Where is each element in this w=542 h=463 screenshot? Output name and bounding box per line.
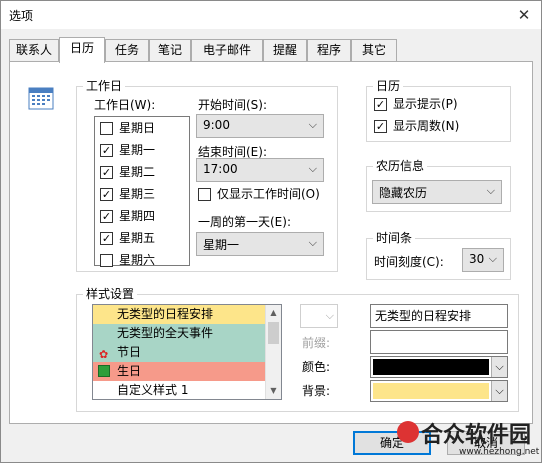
day-checkbox-monday[interactable]: ✓ xyxy=(100,144,113,157)
watermark-text: 合众软件园 xyxy=(421,423,532,448)
list-item[interactable]: ✿ 节日 xyxy=(93,343,266,362)
tab-notes[interactable]: 笔记 xyxy=(149,39,191,61)
time-scale-value: 30 xyxy=(469,252,485,266)
chevron-down-icon: ⌵ xyxy=(308,162,317,175)
background-label: 背景: xyxy=(302,384,331,398)
show-weeks-checkbox[interactable]: ✓ xyxy=(374,120,387,133)
timebar-group-label: 时间条 xyxy=(373,230,416,246)
prefix-field[interactable] xyxy=(370,330,508,354)
first-day-select[interactable]: 星期一 ⌵ xyxy=(196,232,324,256)
tab-email[interactable]: 电子邮件 xyxy=(191,39,263,61)
watermark-logo-icon xyxy=(397,421,419,443)
start-time-label: 开始时间(S): xyxy=(198,98,268,112)
scroll-down-icon[interactable]: ▼ xyxy=(266,383,281,399)
style-icon-select[interactable]: ⌵ xyxy=(300,304,338,328)
color-label: 颜色: xyxy=(302,360,331,374)
time-scale-label: 时间刻度(C): xyxy=(374,255,444,269)
prefix-label: 前缀: xyxy=(302,336,331,350)
start-time-select[interactable]: 9:00 ⌵ xyxy=(196,114,324,138)
day-label-wednesday: 星期三 xyxy=(119,187,156,201)
title-bar: 选项 ✕ xyxy=(1,1,541,29)
background-select[interactable]: ⌵ xyxy=(370,380,508,402)
tab-other[interactable]: 其它 xyxy=(351,39,397,61)
close-icon[interactable]: ✕ xyxy=(513,4,535,26)
day-label-tuesday: 星期二 xyxy=(119,165,156,179)
scroll-up-icon[interactable]: ▲ xyxy=(266,305,281,321)
day-checkbox-saturday[interactable] xyxy=(100,254,113,267)
show-tips-checkbox[interactable]: ✓ xyxy=(374,98,387,111)
tab-panel-calendar: 工作日 工作日(W): 星期日 ✓ 星期一 ✓ 星期二 ✓ 星期三 ✓ 星期四 … xyxy=(9,61,533,424)
calendar-group-label: 日历 xyxy=(373,78,404,94)
only-worktime-checkbox[interactable] xyxy=(198,188,211,201)
list-item[interactable]: 无类型的日程安排 xyxy=(93,305,266,324)
background-swatch xyxy=(373,383,489,399)
day-checkbox-thursday[interactable]: ✓ xyxy=(100,210,113,223)
first-day-value: 星期一 xyxy=(203,238,240,252)
day-label-thursday: 星期四 xyxy=(119,209,156,223)
calendar-icon xyxy=(28,87,54,110)
day-checkbox-sunday[interactable] xyxy=(100,122,113,135)
style-item-label: 无类型的日程安排 xyxy=(117,307,214,321)
chevron-down-icon: ⌵ xyxy=(308,118,317,131)
chevron-down-icon: ⌵ xyxy=(491,381,507,401)
show-weeks-label: 显示周数(N) xyxy=(393,119,460,133)
end-time-value: 17:00 xyxy=(203,162,238,176)
tab-programs[interactable]: 程序 xyxy=(307,39,351,61)
day-checkbox-wednesday[interactable]: ✓ xyxy=(100,188,113,201)
day-label-friday: 星期五 xyxy=(119,231,156,245)
chevron-down-icon: ⌵ xyxy=(325,309,334,322)
day-checkbox-tuesday[interactable]: ✓ xyxy=(100,166,113,179)
window-title: 选项 xyxy=(9,9,34,23)
options-dialog: 选项 ✕ 联系人 日历 任务 笔记 电子邮件 提醒 程序 其它 工作日 工作日(… xyxy=(0,0,542,463)
chevron-down-icon: ⌵ xyxy=(486,184,495,197)
show-tips-label: 显示提示(P) xyxy=(393,97,458,111)
style-list[interactable]: 无类型的日程安排 无类型的全天事件 ✿ 节日 生日 自定义样式 1 ▲ ▼ xyxy=(92,304,282,400)
watermark: 合众软件园 www.hezhong.net xyxy=(397,415,540,463)
day-label-sunday: 星期日 xyxy=(119,121,156,135)
chevron-down-icon: ⌵ xyxy=(308,236,317,249)
day-label-monday: 星期一 xyxy=(119,143,156,157)
workdays-label: 工作日(W): xyxy=(94,98,156,112)
style-list-scrollbar[interactable]: ▲ ▼ xyxy=(265,305,281,399)
lunar-group-label: 农历信息 xyxy=(373,158,428,174)
day-label-saturday: 星期六 xyxy=(119,253,156,267)
tab-calendar[interactable]: 日历 xyxy=(59,37,105,63)
workdays-list: 星期日 ✓ 星期一 ✓ 星期二 ✓ 星期三 ✓ 星期四 ✓ 星期五 星期六 xyxy=(94,116,190,267)
style-group-label: 样式设置 xyxy=(83,286,138,302)
tab-tasks[interactable]: 任务 xyxy=(105,39,149,61)
start-time-value: 9:00 xyxy=(203,118,230,132)
list-item[interactable]: 自定义样式 1 xyxy=(93,381,266,399)
color-select[interactable]: ⌵ xyxy=(370,356,508,378)
time-scale-select[interactable]: 30 ⌵ xyxy=(462,248,504,272)
chevron-down-icon: ⌵ xyxy=(488,252,497,265)
watermark-url: www.hezhong.net xyxy=(459,447,540,457)
tab-reminders[interactable]: 提醒 xyxy=(263,39,307,61)
chevron-down-icon: ⌵ xyxy=(491,357,507,377)
list-item[interactable]: 生日 xyxy=(93,362,266,381)
style-item-label: 节日 xyxy=(117,345,142,359)
scroll-thumb[interactable] xyxy=(268,322,279,344)
day-checkbox-friday[interactable]: ✓ xyxy=(100,232,113,245)
end-time-select[interactable]: 17:00 ⌵ xyxy=(196,158,324,182)
lunar-value: 隐藏农历 xyxy=(379,186,428,200)
style-item-label: 无类型的全天事件 xyxy=(117,326,214,340)
style-name-field[interactable]: 无类型的日程安排 xyxy=(370,304,508,328)
color-swatch xyxy=(373,359,489,375)
tab-contacts[interactable]: 联系人 xyxy=(9,39,59,61)
lunar-select[interactable]: 隐藏农历 ⌵ xyxy=(372,180,502,204)
workday-group-label: 工作日 xyxy=(83,78,126,94)
style-item-label: 生日 xyxy=(117,364,142,378)
list-item[interactable]: 无类型的全天事件 xyxy=(93,324,266,343)
first-day-label: 一周的第一天(E): xyxy=(198,215,291,229)
gift-icon xyxy=(98,365,110,377)
only-worktime-label: 仅显示工作时间(O) xyxy=(217,187,320,201)
style-item-label: 自定义样式 1 xyxy=(117,383,189,397)
